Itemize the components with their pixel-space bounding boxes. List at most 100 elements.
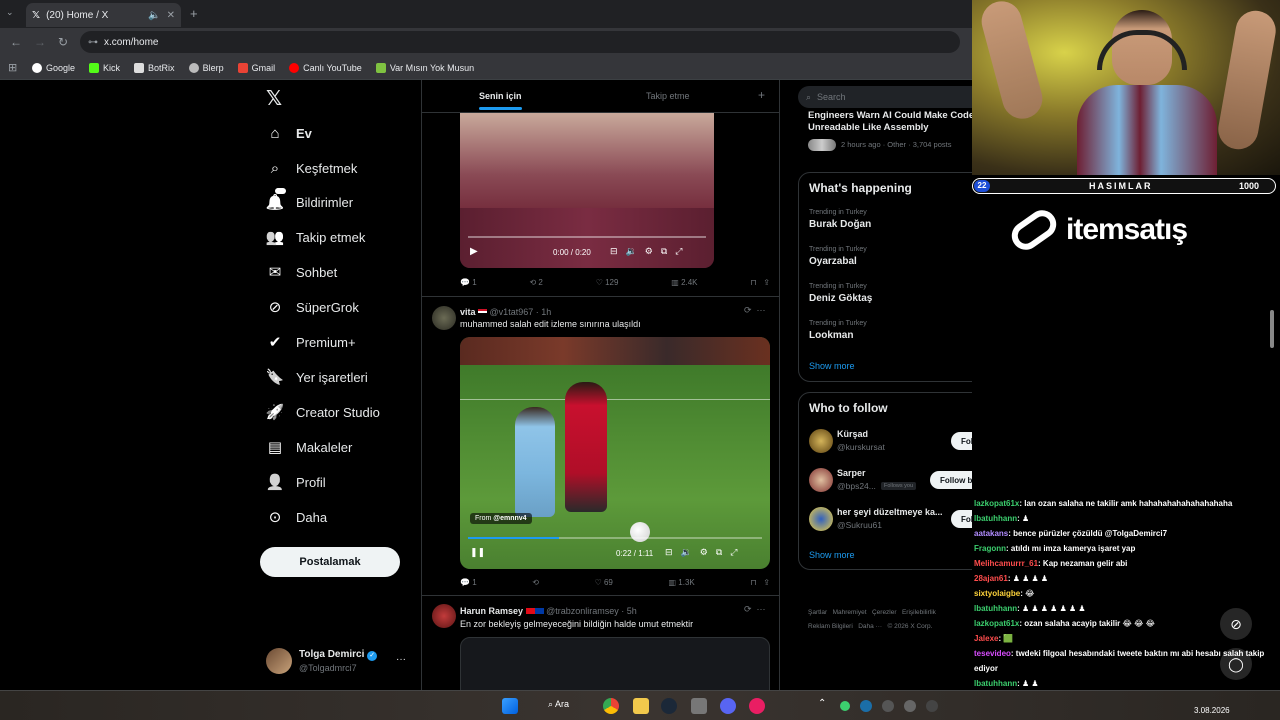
tray-icon[interactable]: [882, 700, 894, 712]
footer-ads-info[interactable]: Reklam Bilgileri: [808, 623, 853, 630]
back-icon[interactable]: ←: [10, 35, 22, 49]
footer-privacy[interactable]: Mahremiyet: [833, 609, 867, 616]
author-name[interactable]: Harun Ramsey: [460, 606, 523, 616]
more-dots-icon[interactable]: ···: [396, 654, 406, 665]
speaker-icon[interactable]: 🔈: [148, 10, 160, 21]
nav-item[interactable]: 🚀 Creator Studio: [266, 403, 380, 421]
media-player-icon[interactable]: [749, 698, 765, 714]
tray-icon[interactable]: [926, 700, 938, 712]
pause-icon[interactable]: ❚❚: [470, 547, 485, 558]
overlay-icon-2[interactable]: ◯: [1220, 648, 1252, 680]
tray-icon[interactable]: [904, 700, 916, 712]
footer-cookies[interactable]: Çerezler: [872, 609, 897, 616]
author-handle[interactable]: @trabzonliramsey · 5h: [546, 606, 637, 616]
avatar[interactable]: [432, 604, 456, 628]
trend-item[interactable]: Trending in Turkey Deniz Göktaş: [809, 283, 872, 304]
tab-for-you[interactable]: Senin için: [479, 91, 522, 110]
nav-item[interactable]: ⊘ SüperGrok: [266, 298, 359, 316]
discord-icon[interactable]: [720, 698, 736, 714]
nav-item[interactable]: 👤 Profil: [266, 473, 326, 491]
bookmark-share[interactable]: ⊓ ⇪: [750, 578, 770, 587]
trend-item[interactable]: Trending in Turkey Lookman: [809, 320, 867, 341]
nav-item[interactable]: 🔔 20 Bildirimler: [266, 188, 353, 211]
fullscreen-icon[interactable]: ⤢: [675, 246, 690, 256]
tweet-menu-icons[interactable]: ⟳ ···: [744, 604, 766, 615]
footer-more[interactable]: Daha ···: [858, 623, 882, 630]
bookmark-kick[interactable]: Kick: [89, 62, 120, 73]
bookmark-share[interactable]: ⊓ ⇪: [750, 278, 770, 287]
nav-item[interactable]: ⊙ Daha: [266, 508, 327, 526]
forward-icon[interactable]: →: [34, 35, 46, 49]
captions-icon[interactable]: ⊟: [610, 246, 626, 256]
pip-icon[interactable]: ⧉: [661, 246, 675, 256]
from-label[interactable]: From @emnnv4: [470, 513, 532, 524]
video-player[interactable]: ▶ 0:00 / 0:20 ⊟🔉⚙⧉⤢: [460, 113, 714, 268]
nav-item[interactable]: ✔ Premium+: [266, 333, 356, 351]
repost-button[interactable]: ⟲: [532, 578, 539, 587]
repost-button[interactable]: ⟲ 2: [529, 278, 542, 287]
avatar[interactable]: [432, 306, 456, 330]
bookmark-blerp[interactable]: Blerp: [188, 62, 224, 73]
x-logo-icon[interactable]: 𝕏: [266, 86, 282, 111]
nav-item[interactable]: 👥 Takip etmek: [266, 228, 366, 246]
views-count[interactable]: ▥ 1.3K: [668, 578, 694, 587]
tray-icon[interactable]: [860, 700, 872, 712]
nav-item[interactable]: ⌕ Keşfetmek: [266, 159, 358, 177]
video-progress[interactable]: [468, 236, 706, 238]
show-more-link[interactable]: Show more: [809, 361, 855, 371]
add-tab-icon[interactable]: +: [758, 88, 765, 102]
bookmark-botrix[interactable]: BotRix: [134, 62, 175, 73]
video-progress[interactable]: [468, 537, 762, 539]
trend-item[interactable]: Trending in Turkey Burak Doğan: [809, 209, 871, 230]
tray-overflow-icon[interactable]: ⌃: [818, 698, 826, 709]
tab-following[interactable]: Takip etme: [646, 91, 690, 101]
settings-icon[interactable]: ⚙: [700, 547, 716, 557]
app-icon[interactable]: [691, 698, 707, 714]
captions-icon[interactable]: ⊟: [665, 547, 681, 557]
browser-tab[interactable]: 𝕏 (20) Home / X 🔈 ✕: [26, 3, 181, 27]
steam-icon[interactable]: [661, 698, 677, 714]
bookmark-youtube[interactable]: Canlı YouTube: [289, 62, 362, 73]
trend-item[interactable]: Trending in Turkey Oyarzabal: [809, 246, 867, 267]
reply-button[interactable]: 💬 1: [460, 278, 477, 287]
tab-list-dropdown-icon[interactable]: ⌄: [6, 7, 14, 18]
bookmark-google[interactable]: Google: [32, 62, 75, 73]
pip-icon[interactable]: ⧉: [716, 547, 730, 557]
file-explorer-icon[interactable]: [633, 698, 649, 714]
nav-item[interactable]: ▤ Makaleler: [266, 438, 352, 456]
media-placeholder[interactable]: [460, 637, 770, 690]
fullscreen-icon[interactable]: ⤢: [730, 547, 745, 557]
reload-icon[interactable]: ↻: [58, 35, 68, 49]
nav-item[interactable]: ⌂ Ev: [266, 124, 311, 142]
settings-icon[interactable]: ⚙: [645, 246, 661, 256]
video-player[interactable]: From @emnnv4 ❚❚ 0:22 / 1:11 ⊟🔉⚙⧉⤢: [460, 337, 770, 569]
bookmark-gmail[interactable]: Gmail: [237, 62, 275, 73]
account-switcher[interactable]: Tolga Demirci ✓ @Tolgadmrci7 ···: [264, 646, 414, 676]
reply-button[interactable]: 💬 1: [460, 578, 477, 587]
footer-terms[interactable]: Şartlar: [808, 609, 827, 616]
chrome-icon[interactable]: [603, 698, 619, 714]
nav-item[interactable]: ✉ Sohbet: [266, 263, 338, 281]
volume-icon[interactable]: 🔉: [626, 246, 645, 256]
overlay-icon-1[interactable]: ⊘: [1220, 608, 1252, 640]
volume-icon[interactable]: 🔉: [681, 547, 700, 557]
site-info-icon[interactable]: ⊶: [88, 37, 98, 48]
taskbar-date[interactable]: 3.08.2026: [1194, 706, 1230, 715]
like-button[interactable]: ♡ 129: [596, 278, 619, 287]
close-tab-icon[interactable]: ✕: [167, 10, 175, 21]
apps-grid-icon[interactable]: ⊞: [8, 61, 17, 74]
like-button[interactable]: ♡ 69: [595, 578, 613, 587]
address-bar[interactable]: ⊶ x.com/home: [80, 31, 960, 53]
author-name[interactable]: vita: [460, 307, 476, 317]
play-icon[interactable]: ▶: [470, 246, 478, 257]
author-handle[interactable]: @v1tat967 · 1h: [490, 307, 552, 317]
tray-icon[interactable]: [840, 701, 850, 711]
footer-accessibility[interactable]: Erişilebilirlik: [902, 609, 936, 616]
windows-start-icon[interactable]: [502, 698, 518, 714]
tweet-menu-icons[interactable]: ⟳ ···: [744, 305, 766, 316]
nav-item[interactable]: 🔖 Yer işaretleri: [266, 368, 368, 386]
bookmark-var-misin[interactable]: Var Mısın Yok Musun: [375, 62, 474, 73]
show-more-link[interactable]: Show more: [809, 550, 855, 560]
views-count[interactable]: ▥ 2.4K: [671, 278, 697, 287]
post-button[interactable]: Postalamak: [260, 547, 400, 577]
